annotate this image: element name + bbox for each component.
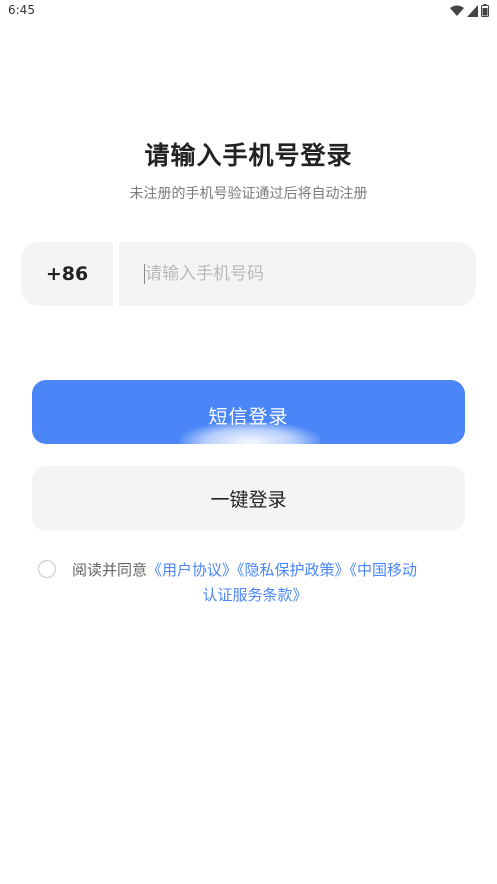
agreement-checkbox[interactable] — [38, 560, 56, 578]
page-title: 请输入手机号登录 — [144, 141, 353, 170]
phone-input-row: +86 — [21, 242, 476, 306]
phone-field-container[interactable] — [119, 242, 476, 306]
status-time: 6:45 — [8, 3, 35, 17]
battery-icon — [481, 4, 489, 17]
user-agreement-link[interactable]: 《用户协议》 — [147, 561, 237, 579]
country-code-selector[interactable]: +86 — [21, 242, 113, 306]
one-click-login-button[interactable]: 一键登录 — [32, 466, 465, 531]
page-subtitle: 未注册的手机号验证通过后将自动注册 — [129, 186, 368, 202]
one-click-login-label: 一键登录 — [210, 489, 287, 511]
signal-icon — [467, 4, 478, 17]
status-icons — [450, 4, 489, 17]
status-bar: 6:45 — [0, 0, 497, 22]
loading-glow-overlay — [180, 422, 320, 462]
wifi-icon — [450, 5, 464, 16]
phone-number-input[interactable] — [145, 242, 455, 306]
cmcc-terms-link-part1[interactable]: 《中国移动 — [350, 561, 418, 579]
agreement-text: 阅读并同意《用户协议》《隐私保护政策》《中国移动 认证服务条款》 — [72, 558, 462, 608]
privacy-policy-link[interactable]: 《隐私保护政策》 — [237, 561, 350, 579]
cmcc-terms-link-part2[interactable]: 认证服务条款》 — [72, 583, 462, 608]
agreement-prefix: 阅读并同意 — [72, 561, 148, 579]
